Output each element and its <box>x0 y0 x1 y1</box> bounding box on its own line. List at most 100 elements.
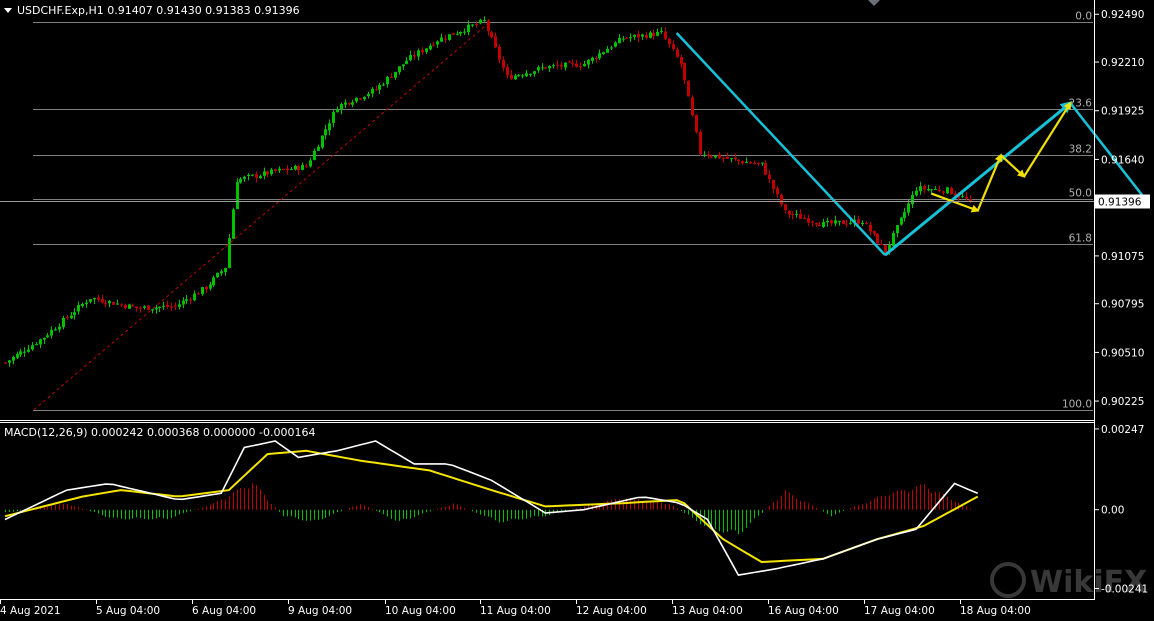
candle-body <box>371 88 374 94</box>
candle-body <box>375 89 378 91</box>
candle-body <box>768 174 771 180</box>
candle-body <box>757 162 760 164</box>
candle-body <box>367 93 370 97</box>
candle-body <box>239 178 242 183</box>
candle-body <box>263 171 266 176</box>
forecast-arrow-segment[interactable] <box>976 153 1003 212</box>
candle-body <box>178 304 181 307</box>
candle-body <box>209 284 212 289</box>
x-tick-label: 5 Aug 04:00 <box>96 605 160 617</box>
price-pane[interactable]: 0.023.638.250.061.8100.0 0.91396 <box>0 11 1150 411</box>
candle-body <box>390 76 393 78</box>
candle-body <box>525 73 528 77</box>
candle-body <box>317 146 320 151</box>
candle-body <box>62 317 65 327</box>
candle-body <box>97 297 100 300</box>
x-tick-label: 9 Aug 04:00 <box>288 605 352 617</box>
candle-body <box>116 303 119 305</box>
candle-body <box>533 71 536 74</box>
chart-canvas[interactable]: 0.023.638.250.061.8100.0 0.91396 0.92490… <box>0 0 1154 621</box>
trend-line[interactable] <box>884 101 1073 257</box>
candle-body <box>359 98 362 100</box>
candle-body <box>73 312 76 315</box>
watermark-logo-icon <box>990 562 1026 598</box>
candle-body <box>66 317 69 319</box>
candle-body <box>865 223 868 225</box>
signal-line <box>4 449 979 564</box>
macd-lines <box>4 440 979 576</box>
trend-line[interactable] <box>675 32 886 256</box>
candle-body <box>170 306 173 308</box>
forecast-arrow-segment[interactable] <box>1000 154 1026 178</box>
candle-body <box>753 163 756 165</box>
candle-body <box>155 307 158 310</box>
candle-body <box>672 44 675 49</box>
candle-body <box>633 34 636 37</box>
candle-body <box>313 150 316 160</box>
x-tick-label: 4 Aug 2021 <box>0 605 61 617</box>
candle-body <box>552 65 555 67</box>
y-tick-label: 0.90510 <box>1101 347 1144 359</box>
candle-body <box>328 123 331 131</box>
fib-anchor-line <box>33 21 491 410</box>
candle-body <box>228 238 231 268</box>
candle-body <box>93 298 96 300</box>
candle-body <box>50 329 53 336</box>
candle-body <box>664 31 667 39</box>
candle-body <box>425 48 428 52</box>
candle-body <box>826 221 829 223</box>
fibonacci-retracement[interactable]: 0.023.638.250.061.8100.0 <box>33 11 1093 411</box>
candle-body <box>4 362 7 364</box>
candle-body <box>124 304 127 309</box>
candle-body <box>737 159 740 161</box>
candle-body <box>386 76 389 85</box>
candle-body <box>232 209 235 239</box>
candle-body <box>54 329 57 331</box>
candle-body <box>965 196 968 199</box>
fibonacci-base-line <box>33 21 491 410</box>
shift-marker-icon[interactable] <box>868 0 880 6</box>
macd-pane[interactable] <box>4 440 979 576</box>
candle-body <box>487 20 490 32</box>
candle-body <box>811 221 814 223</box>
candle-body <box>849 222 852 224</box>
candle-body <box>321 135 324 148</box>
y-tick-label: 0.91640 <box>1101 154 1144 166</box>
candle-body <box>143 306 146 308</box>
candle-body <box>8 360 11 363</box>
candle-body <box>344 102 347 105</box>
candle-body <box>784 204 787 211</box>
fib-level-label: 0.0 <box>1075 11 1092 23</box>
candle-body <box>660 30 663 32</box>
candle-body <box>459 31 462 34</box>
candle-body <box>131 305 134 307</box>
candle-body <box>101 299 104 303</box>
candle-body <box>398 66 401 73</box>
candle-body <box>135 306 138 309</box>
candle-body <box>301 165 304 170</box>
candle-body <box>950 187 953 195</box>
forecast-arrow-segment[interactable] <box>1023 101 1072 178</box>
candle-body <box>772 179 775 189</box>
candle-body <box>185 299 188 301</box>
y-tick-label: 0.91925 <box>1101 106 1144 118</box>
fib-level-label: 50.0 <box>1069 188 1092 200</box>
candle-body <box>305 165 308 167</box>
candle-body <box>479 19 482 24</box>
candle-body <box>568 61 571 63</box>
candle-body <box>842 220 845 225</box>
candle-body <box>884 245 887 253</box>
candle-body <box>799 213 802 219</box>
candle-body <box>857 219 860 224</box>
candle-body <box>722 157 725 159</box>
candle-body <box>35 344 38 346</box>
macd-y-tick-label: 0.00 <box>1101 505 1124 517</box>
candle-body <box>340 103 343 110</box>
y-tick-label: 0.91075 <box>1101 251 1144 263</box>
candle-body <box>683 62 686 81</box>
candle-body <box>618 37 621 44</box>
candle-body <box>378 85 381 90</box>
candle-body <box>560 64 563 67</box>
candle-body <box>490 32 493 38</box>
candle-body <box>421 49 424 53</box>
